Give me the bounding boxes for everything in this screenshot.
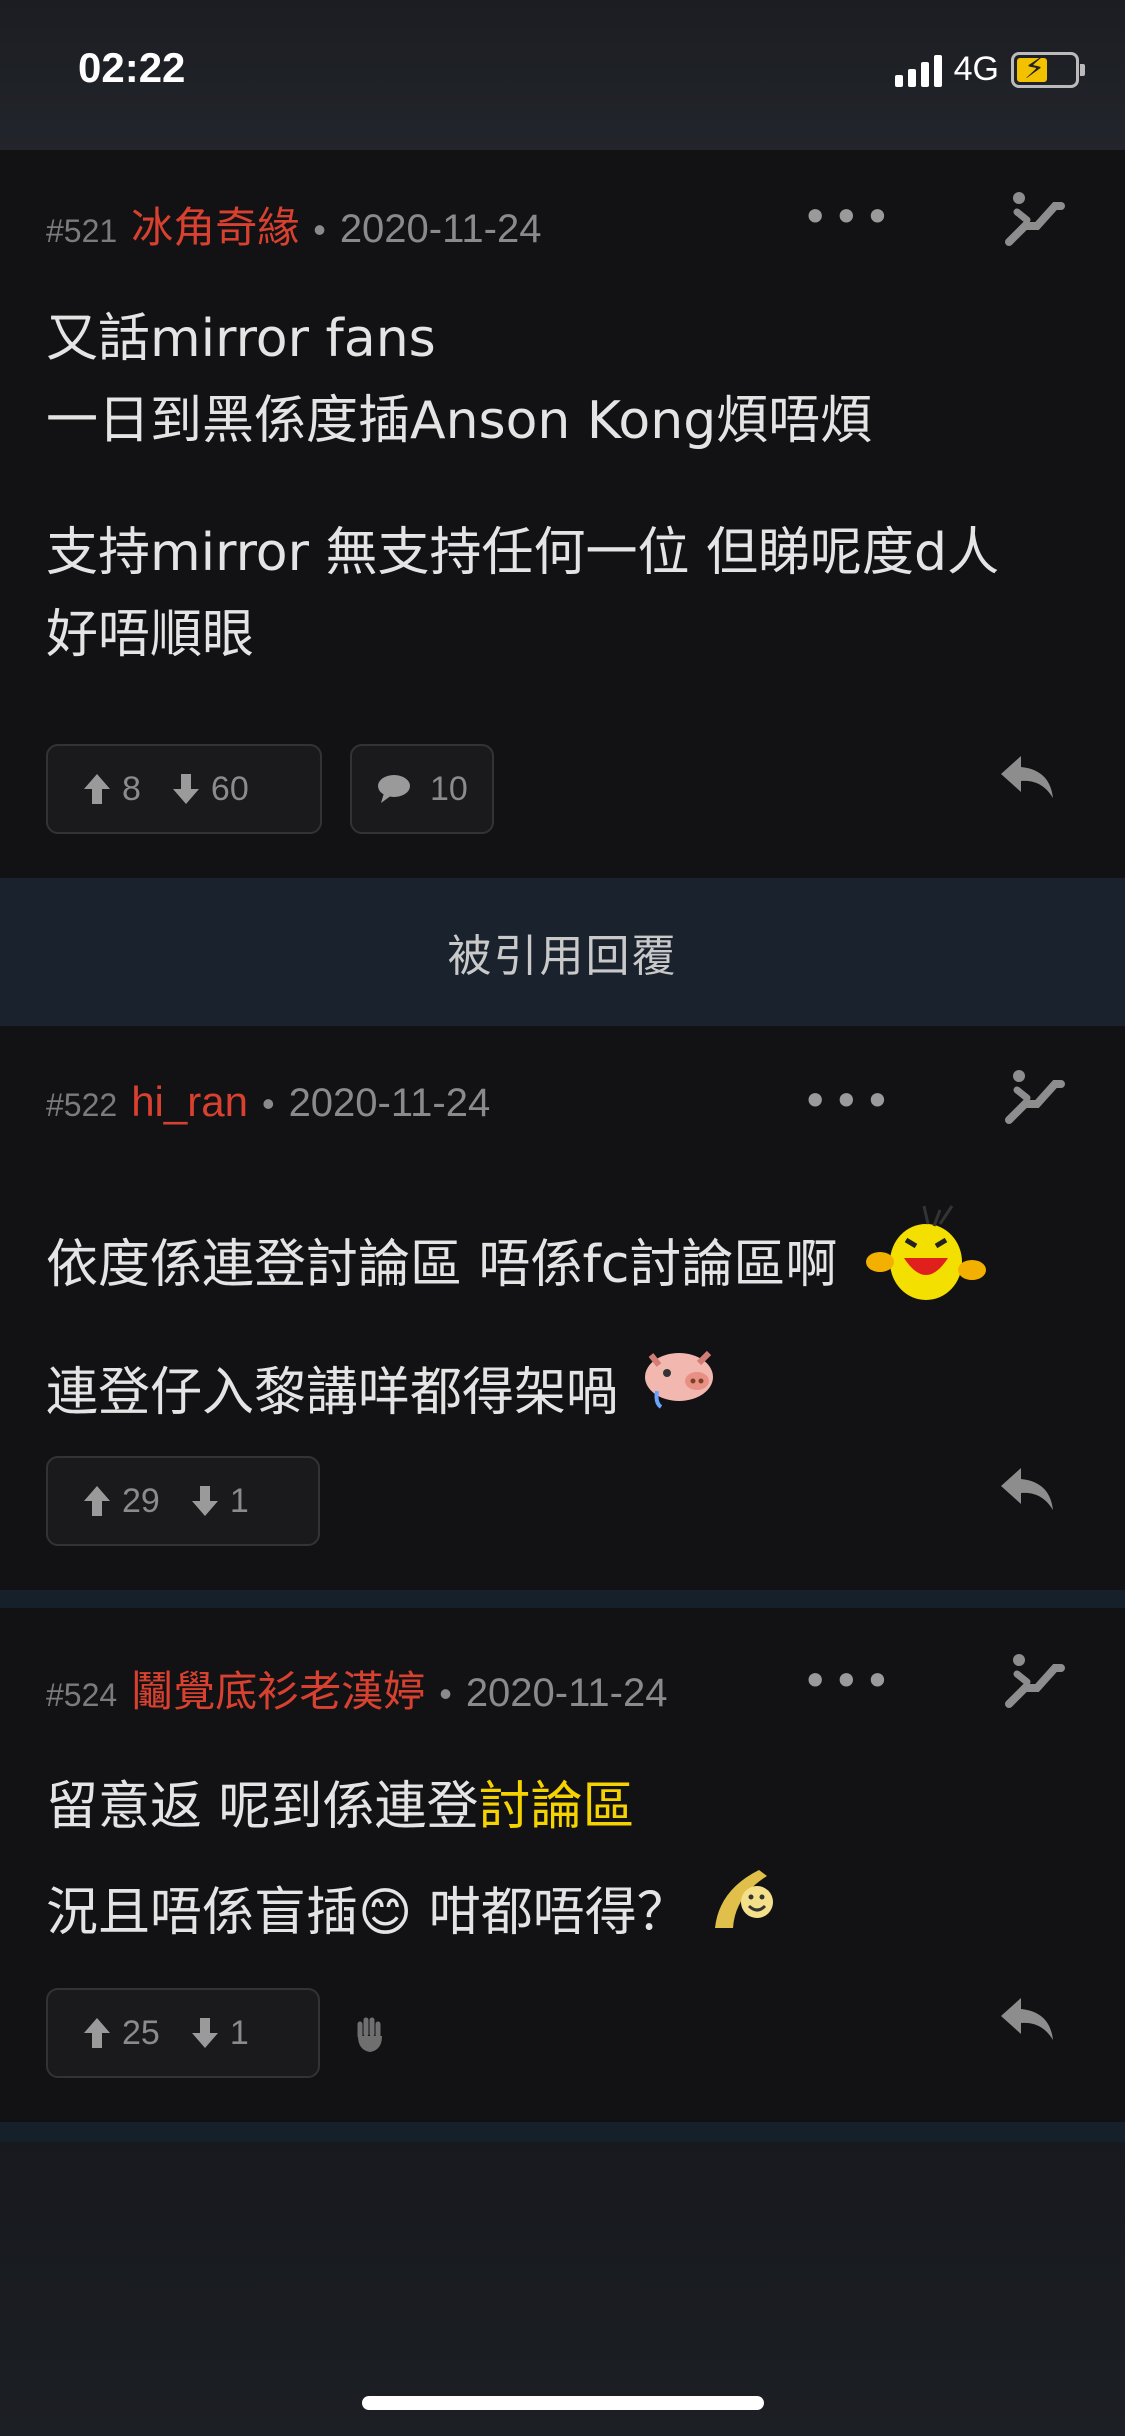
content-line: 依度係連登討論區 唔係fc討論區啊 (46, 1235, 838, 1295)
post-content: 依度係連登討論區 唔係fc討論區啊 連登仔入黎講咩都得架喎 (46, 1196, 1065, 1449)
post-date: 2020-11-24 (339, 207, 542, 251)
arrow-down-icon (191, 2018, 218, 2048)
upvote-count: 29 (122, 1481, 160, 1520)
home-indicator[interactable] (362, 2396, 764, 2410)
content-line: 支持mirror 無支持任何一位 但睇呢度d人 (46, 523, 1000, 583)
arrow-up-icon (84, 774, 110, 804)
escalator-icon[interactable] (1003, 190, 1065, 252)
post-content: 留意返 呢到係連登討論區 況且唔係盲插😊 咁都唔得？ (46, 1754, 1065, 1970)
post-meta: #522 hi_ran • 2020-11-24 (46, 1078, 490, 1126)
reply-icon (1001, 756, 1053, 798)
post-meta: #524 鬮覺底衫老漢婷 • 2020-11-24 (46, 1658, 667, 1719)
downvote-count: 1 (229, 2013, 249, 2052)
post-number: #521 (46, 213, 118, 249)
content-line: 一日到黑係度插Anson Kong煩唔煩 (46, 391, 873, 451)
smile-emoji-icon: 😊 (358, 1883, 413, 1943)
reply-icon (1001, 1468, 1053, 1510)
escalator-icon[interactable] (1003, 1068, 1065, 1130)
highlighted-text: 討論區 (478, 1777, 635, 1837)
battery-icon: ⚡ (1011, 51, 1085, 88)
comment-count: 10 (430, 769, 468, 808)
separator-dot: • (439, 1673, 452, 1714)
upvote-button[interactable]: 29 (82, 1482, 160, 1521)
arrow-up-icon (84, 2018, 110, 2048)
post-number: #524 (46, 1677, 118, 1713)
content-line: 留意返 呢到係連登討論區 (46, 1777, 635, 1837)
quoted-replies-bar[interactable]: 被引用回覆 (0, 878, 1125, 1026)
downvote-button[interactable]: 60 (171, 770, 249, 809)
vote-box: 8 60 (46, 744, 322, 834)
downvote-button[interactable]: 1 (190, 2014, 249, 2053)
post-date: 2020-11-24 (465, 1671, 668, 1715)
network-label: 4G (953, 50, 999, 88)
content-line: 連登仔入黎講咩都得架喎 (46, 1363, 619, 1423)
reply-button[interactable] (999, 1996, 1055, 2046)
upvote-count: 25 (122, 2013, 160, 2052)
post-divider (0, 1590, 1125, 1608)
downvote-count: 1 (229, 1481, 249, 1520)
comments-button[interactable]: 10 (350, 744, 494, 834)
more-options-button[interactable]: ••• (802, 1654, 895, 1708)
separator-dot: • (313, 209, 326, 250)
author-name[interactable]: 鬮覺底衫老漢婷 (131, 1658, 425, 1719)
post-521: #521 冰角奇緣 • 2020-11-24 ••• 又話mirror fans… (0, 150, 1125, 878)
escalator-icon[interactable] (1003, 1652, 1065, 1714)
status-indicators: 4G ⚡ (894, 50, 1085, 89)
author-name[interactable]: hi_ran (131, 1078, 248, 1126)
author-name[interactable]: 冰角奇緣 (131, 194, 299, 255)
arrow-up-icon (84, 1486, 110, 1516)
comment-icon (378, 775, 410, 803)
more-options-button[interactable]: ••• (802, 1074, 895, 1128)
separator-dot: • (261, 1083, 275, 1124)
upvote-button[interactable]: 25 (82, 2014, 160, 2053)
arrow-down-icon (191, 1486, 218, 1516)
downvote-count: 60 (210, 769, 249, 808)
post-meta: #521 冰角奇緣 • 2020-11-24 (46, 194, 541, 255)
post-divider (0, 2122, 1125, 2142)
hand-icon[interactable] (352, 2016, 388, 2058)
vote-box: 25 1 (46, 1988, 320, 2078)
post-524: #524 鬮覺底衫老漢婷 • 2020-11-24 ••• 留意返 呢到係連登討… (0, 1608, 1125, 2122)
vote-box: 29 1 (46, 1456, 320, 1546)
content-line: 又話mirror fans (46, 309, 436, 369)
upvote-count: 8 (122, 769, 141, 808)
downvote-button[interactable]: 1 (190, 1482, 249, 1521)
content-line: 況且唔係盲插😊 咁都唔得？ (46, 1860, 1065, 1970)
post-content: 又話mirror fans 一日到黑係度插Anson Kong煩唔煩 支持mir… (46, 298, 1065, 676)
banana-sticker-icon (705, 1862, 783, 1970)
reply-button[interactable] (999, 754, 1055, 804)
more-options-button[interactable]: ••• (802, 190, 895, 244)
reply-icon (1001, 1998, 1053, 2040)
arrow-down-icon (172, 774, 199, 804)
post-522: #522 hi_ran • 2020-11-24 ••• 依度係連登討論區 唔係… (0, 1026, 1125, 1590)
status-time: 02:22 (78, 44, 186, 91)
content-line: 好唔順眼 (46, 605, 255, 665)
post-number: #522 (46, 1087, 118, 1123)
empty-area (0, 2142, 1125, 2436)
status-bar: 02:22 4G ⚡ (0, 0, 1125, 150)
pig-sticker-icon (635, 1343, 729, 1449)
upvote-button[interactable]: 8 (82, 770, 141, 809)
quoted-replies-label: 被引用回覆 (447, 931, 678, 982)
reply-button[interactable] (999, 1466, 1055, 1516)
post-date: 2020-11-24 (288, 1081, 491, 1125)
signal-icon (894, 53, 942, 87)
laughing-sticker-icon (854, 1196, 994, 1340)
